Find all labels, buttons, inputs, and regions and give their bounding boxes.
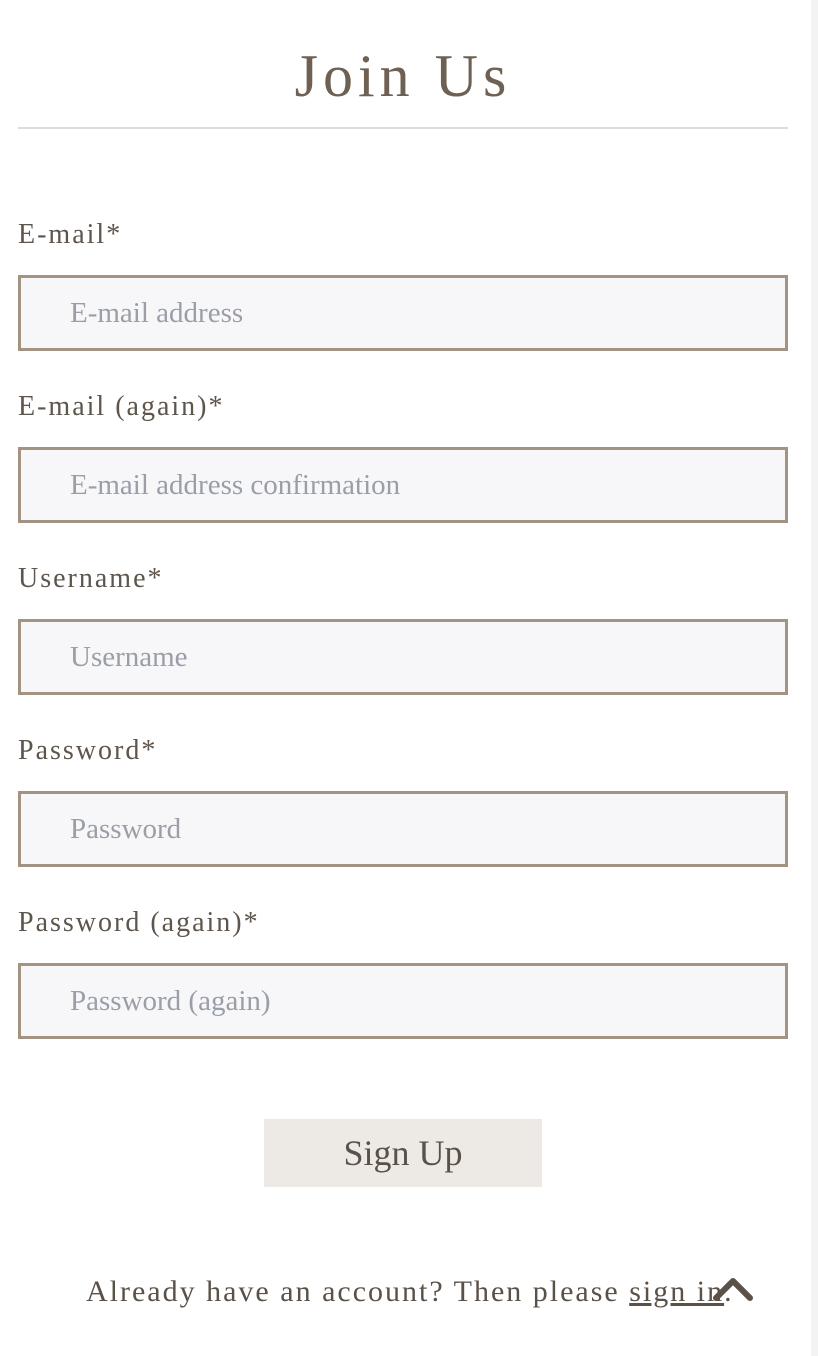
signin-prompt: Already have an account? Then please sig… — [86, 1270, 734, 1314]
email-label: E-mail* — [18, 219, 123, 250]
username-label: Username* — [18, 563, 164, 594]
page-title: Join Us — [294, 43, 512, 109]
sign-up-button[interactable]: Sign Up — [264, 1119, 542, 1187]
password-confirm-input[interactable] — [18, 963, 788, 1039]
chevron-up-icon[interactable] — [712, 1272, 754, 1304]
title-divider — [18, 127, 788, 129]
scrollbar-track — [811, 0, 818, 1356]
email-confirm-label: E-mail (again)* — [18, 391, 225, 422]
username-input[interactable] — [18, 619, 788, 695]
email-input[interactable] — [18, 275, 788, 351]
password-confirm-label: Password (again)* — [18, 907, 260, 938]
signin-prompt-text: Already have an account? Then please — [86, 1275, 630, 1308]
password-label: Password* — [18, 735, 158, 766]
email-confirm-input[interactable] — [18, 447, 788, 523]
password-input[interactable] — [18, 791, 788, 867]
sign-in-link[interactable]: sign in — [629, 1275, 724, 1308]
